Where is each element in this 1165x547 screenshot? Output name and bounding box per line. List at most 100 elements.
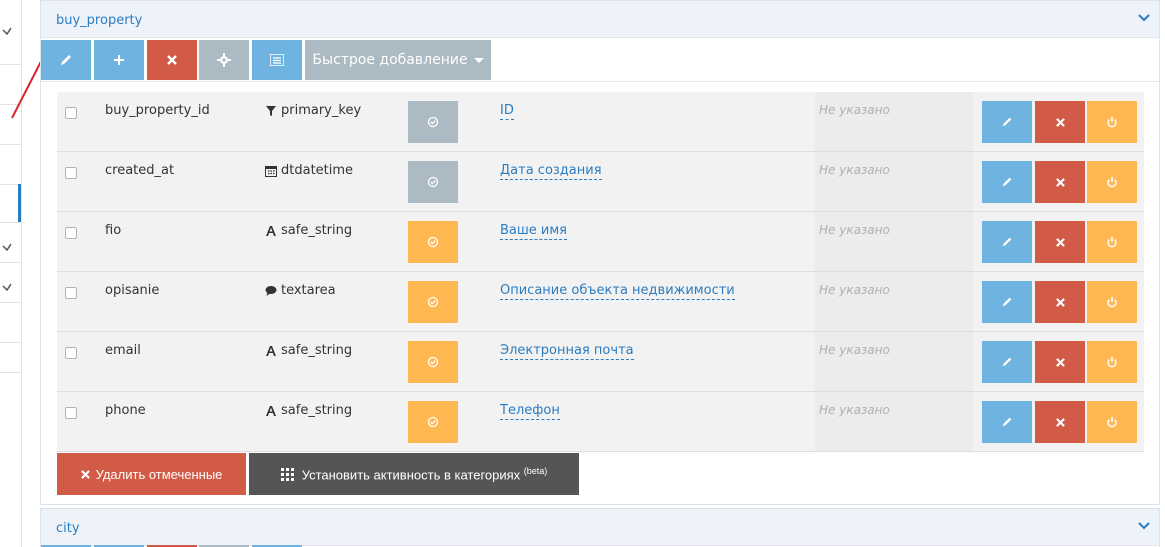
chevron-down-icon[interactable]	[2, 242, 12, 252]
row-checkbox[interactable]	[65, 167, 77, 179]
font-icon	[266, 225, 276, 236]
form-panel: buy_property Быстрое добавление buy_prop…	[40, 0, 1160, 505]
close-icon	[1055, 117, 1065, 127]
pencil-icon	[1002, 237, 1012, 247]
chevron-down-icon[interactable]	[2, 26, 12, 36]
row-delete-button[interactable]	[1035, 221, 1085, 263]
delete-checked-button[interactable]: Удалить отмеченные	[57, 453, 246, 495]
field-label-link[interactable]: Телефон	[500, 403, 560, 420]
row-power-button[interactable]	[1087, 341, 1137, 383]
field-state-toggle[interactable]	[408, 221, 458, 263]
row-edit-button[interactable]	[982, 281, 1032, 323]
row-checkbox[interactable]	[65, 227, 77, 239]
chevron-down-icon[interactable]	[1137, 521, 1151, 531]
toolbar-divider	[41, 81, 1159, 82]
font-icon	[266, 345, 276, 356]
power-icon	[1107, 297, 1117, 308]
check-circle-icon	[427, 416, 439, 428]
field-type: safe_string	[265, 343, 352, 358]
field-name: opisanie	[105, 283, 160, 298]
chevron-down-icon[interactable]	[1137, 13, 1151, 23]
row-edit-button[interactable]	[982, 401, 1032, 443]
field-label-link[interactable]: Дата создания	[500, 163, 602, 180]
field-label-link[interactable]: ID	[500, 103, 514, 120]
row-power-button[interactable]	[1087, 161, 1137, 203]
settings-button[interactable]	[199, 40, 249, 80]
plus-icon	[114, 55, 124, 65]
table-row: opisanie textarea Описание объекта недви…	[57, 272, 1144, 332]
field-type: dtdatetime	[265, 163, 353, 178]
pencil-icon	[1002, 357, 1012, 367]
field-type-label: textarea	[281, 283, 336, 298]
set-activity-label-wrap: Установить активность в категориях (beta…	[302, 466, 548, 482]
set-category-activity-button[interactable]: Установить активность в категориях (beta…	[249, 453, 579, 495]
left-sidebar-strip	[0, 0, 22, 547]
row-delete-button[interactable]	[1035, 341, 1085, 383]
delete-button[interactable]	[147, 40, 197, 80]
table-row: email safe_string Электронная почта Не у…	[57, 332, 1144, 392]
edit-button[interactable]	[41, 40, 91, 80]
sidebar-divider	[0, 372, 22, 373]
field-label-link[interactable]: Электронная почта	[500, 343, 634, 360]
sidebar-divider	[0, 342, 22, 343]
row-power-button[interactable]	[1087, 401, 1137, 443]
field-note: Не указано	[815, 272, 973, 331]
row-checkbox[interactable]	[65, 287, 77, 299]
field-label-link[interactable]: Описание объекта недвижимости	[500, 283, 735, 300]
row-checkbox[interactable]	[65, 407, 77, 419]
check-circle-icon	[427, 116, 439, 128]
list-button[interactable]	[252, 40, 302, 80]
row-edit-button[interactable]	[982, 161, 1032, 203]
table-row: fio safe_string Ваше имя Не указано	[57, 212, 1144, 272]
row-power-button[interactable]	[1087, 281, 1137, 323]
row-checkbox[interactable]	[65, 107, 77, 119]
row-edit-button[interactable]	[982, 341, 1032, 383]
quick-add-dropdown[interactable]: Быстрое добавление	[305, 40, 491, 80]
panel-title[interactable]: city	[56, 521, 80, 536]
panel-title[interactable]: buy_property	[56, 13, 142, 28]
row-delete-button[interactable]	[1035, 281, 1085, 323]
close-icon	[1055, 357, 1065, 367]
close-icon	[1055, 417, 1065, 427]
field-name: phone	[105, 403, 146, 418]
field-note-text: Не указано	[819, 403, 890, 417]
power-icon	[1107, 237, 1117, 248]
beta-badge: (beta)	[523, 465, 548, 476]
field-type-label: dtdatetime	[281, 163, 354, 178]
row-delete-button[interactable]	[1035, 401, 1085, 443]
field-note-text: Не указано	[819, 283, 890, 297]
field-label-link[interactable]: Ваше имя	[500, 223, 567, 240]
field-state-toggle[interactable]	[408, 341, 458, 383]
sidebar-divider	[0, 222, 22, 223]
field-note: Не указано	[815, 332, 973, 391]
field-type: safe_string	[265, 403, 352, 418]
chevron-down-icon[interactable]	[2, 282, 12, 292]
field-state-toggle[interactable]	[408, 161, 458, 203]
row-power-button[interactable]	[1087, 101, 1137, 143]
pencil-icon	[1002, 177, 1012, 187]
row-delete-button[interactable]	[1035, 161, 1085, 203]
field-note: Не указано	[815, 152, 973, 211]
field-type-label: safe_string	[281, 403, 353, 418]
add-button[interactable]	[94, 40, 144, 80]
row-edit-button[interactable]	[982, 221, 1032, 263]
field-type-label: safe_string	[281, 223, 353, 238]
field-state-toggle[interactable]	[408, 101, 458, 143]
row-power-button[interactable]	[1087, 221, 1137, 263]
pencil-icon	[1002, 297, 1012, 307]
field-name: fio	[105, 223, 122, 238]
row-delete-button[interactable]	[1035, 101, 1085, 143]
field-state-toggle[interactable]	[408, 281, 458, 323]
check-circle-icon	[427, 356, 439, 368]
panel-header[interactable]: buy_property	[41, 1, 1159, 38]
filter-icon	[266, 105, 276, 116]
quick-add-label: Быстрое добавление	[312, 52, 468, 68]
row-checkbox[interactable]	[65, 347, 77, 359]
row-edit-button[interactable]	[982, 101, 1032, 143]
field-note-text: Не указано	[819, 343, 890, 357]
pencil-icon	[61, 55, 71, 65]
sidebar-divider	[0, 262, 22, 263]
panel-header[interactable]: city	[41, 509, 1159, 546]
field-name: created_at	[105, 163, 175, 178]
field-state-toggle[interactable]	[408, 401, 458, 443]
